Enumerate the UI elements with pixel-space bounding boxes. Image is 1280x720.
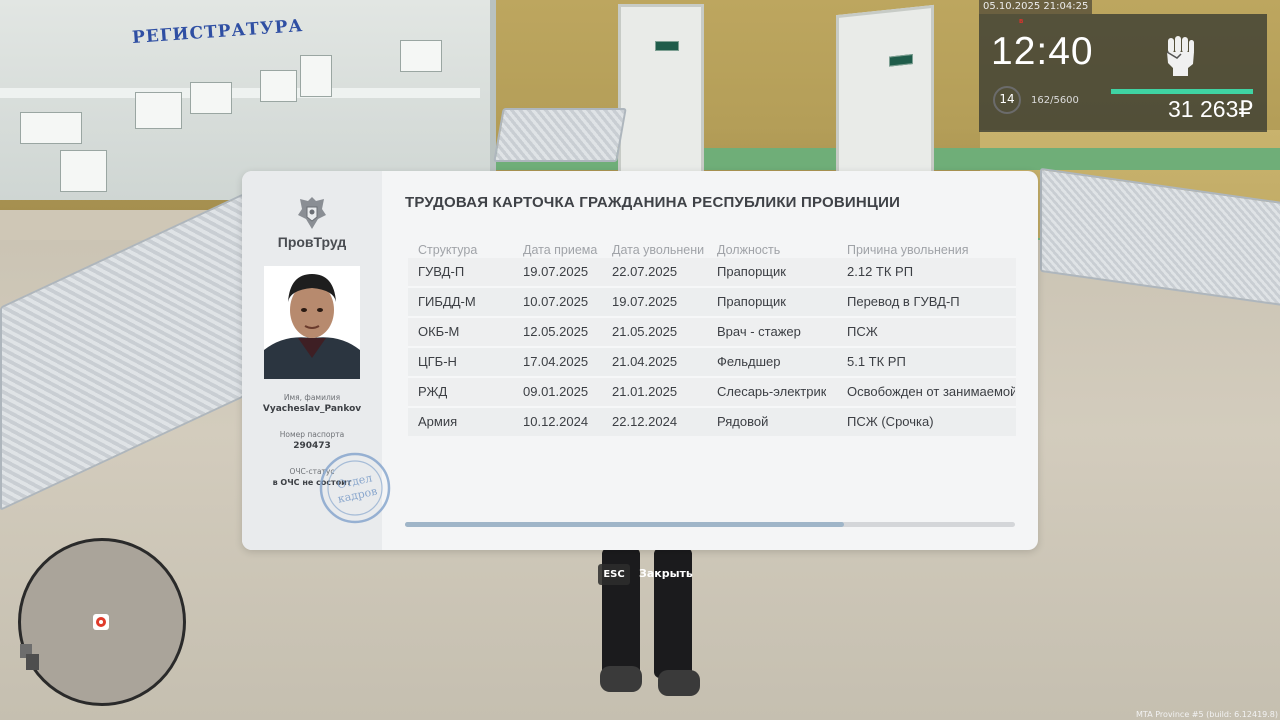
- cell-dismissal-date: 21.05.2025: [612, 324, 678, 339]
- table-header: Структура Дата приема Дата увольнени Дол…: [408, 235, 1016, 258]
- table-row: РЖД 09.01.2025 21.01.2025 Слесарь-электр…: [408, 376, 1016, 406]
- cell-dismissal-date: 19.07.2025: [612, 294, 678, 309]
- cell-structure: ЦГБ-Н: [418, 354, 457, 369]
- cell-hire-date: 10.07.2025: [523, 294, 589, 309]
- table-row: ГУВД-П 19.07.2025 22.07.2025 Прапорщик 2…: [408, 258, 1016, 286]
- cell-position: Слесарь-электрик: [717, 384, 827, 399]
- hr-department-stamp: Отдел кадров: [319, 452, 391, 524]
- cell-position: Фельдшер: [717, 354, 781, 369]
- wall-poster: [135, 92, 182, 129]
- wall-poster: [260, 70, 297, 102]
- cell-dismissal-date: 21.04.2025: [612, 354, 678, 369]
- cell-dismissal-reason: Освобожден от занимаемой: [847, 384, 1015, 399]
- column-position: Должность: [717, 243, 781, 257]
- table-row: ЦГБ-Н 17.04.2025 21.04.2025 Фельдшер 5.1…: [408, 346, 1016, 376]
- employment-card-modal: ПровТруд Имя, фамилия Vyacheslav_Pankov …: [242, 171, 1038, 550]
- reception-shelf: [0, 88, 480, 98]
- employment-history-table: Структура Дата приема Дата увольнени Дол…: [408, 235, 1016, 436]
- coat-of-arms-icon: [298, 197, 326, 229]
- hud-datetime: 05.10.2025 21:04:25: [979, 0, 1093, 14]
- hud-level: 14: [999, 92, 1015, 106]
- fist-icon: [1166, 36, 1194, 76]
- minimap-building-icon: [20, 644, 39, 670]
- cell-structure: ОКБ-М: [418, 324, 460, 339]
- cell-dismissal-reason: ПСЖ: [847, 324, 878, 339]
- cell-position: Врач - стажер: [717, 324, 801, 339]
- wall-poster: [60, 150, 107, 192]
- health-bar-fill: [1111, 89, 1253, 94]
- horizontal-scrollbar[interactable]: [405, 522, 1015, 527]
- health-bar: [1111, 89, 1253, 94]
- column-structure: Структура: [418, 243, 478, 257]
- hud-clock: 12:40: [991, 30, 1094, 73]
- table-row: Армия 10.12.2024 22.12.2024 Рядовой ПСЖ …: [408, 406, 1016, 436]
- passport-value: 290473: [293, 441, 331, 451]
- hud-panel: ᴮ 12:40 14 162/5600 31 263₽: [979, 14, 1267, 132]
- card-title: ТРУДОВАЯ КАРТОЧКА ГРАЖДАНИНА РЕСПУБЛИКИ …: [405, 194, 901, 211]
- table-body: ГУВД-П 19.07.2025 22.07.2025 Прапорщик 2…: [408, 258, 1016, 436]
- esc-key-button[interactable]: ESC: [598, 564, 630, 585]
- cell-hire-date: 10.12.2024: [523, 414, 589, 429]
- table-row: ГИБДД-М 10.07.2025 19.07.2025 Прапорщик …: [408, 286, 1016, 316]
- alert-marker-icon: ᴮ: [1019, 19, 1024, 29]
- scrollbar-thumb[interactable]: [405, 522, 845, 527]
- cell-hire-date: 17.04.2025: [523, 354, 589, 369]
- name-label: Имя, фамилия: [283, 393, 341, 402]
- cell-position: Прапорщик: [717, 264, 786, 279]
- reception-window: РЕГИСТРАТУРА: [0, 0, 496, 200]
- wall-poster: [20, 112, 82, 144]
- cell-position: Прапорщик: [717, 294, 786, 309]
- door-plate: [889, 54, 913, 67]
- card-sidebar: ПровТруд Имя, фамилия Vyacheslav_Pankov …: [242, 171, 391, 550]
- cell-structure: ГУВД-П: [418, 264, 465, 279]
- cell-dismissal-reason: 5.1 ТК РП: [847, 354, 906, 369]
- player-location-icon: [93, 614, 109, 630]
- reception-sign: РЕГИСТРАТУРА: [131, 16, 304, 48]
- column-hire-date: Дата приема: [523, 243, 598, 257]
- door-plate: [655, 41, 679, 51]
- cell-dismissal-date: 22.12.2024: [612, 414, 678, 429]
- cell-dismissal-date: 22.07.2025: [612, 264, 678, 279]
- door-right: [836, 4, 934, 192]
- passport-label: Номер паспорта: [279, 430, 345, 439]
- column-dismissal-date: Дата увольнени: [612, 243, 705, 257]
- build-info: MTA Province #5 (build: 6.12419.8): [1136, 710, 1278, 719]
- wall-poster: [190, 82, 232, 114]
- cell-structure: ГИБДД-М: [418, 294, 476, 309]
- cell-structure: Армия: [418, 414, 458, 429]
- cell-dismissal-reason: ПСЖ (Срочка): [847, 414, 934, 429]
- cell-dismissal-reason: Перевод в ГУВД-П: [847, 294, 960, 309]
- wall-poster: [300, 55, 332, 97]
- name-value: Vyacheslav_Pankov: [262, 404, 362, 414]
- cell-dismissal-reason: 2.12 ТК РП: [847, 264, 914, 279]
- cell-hire-date: 19.07.2025: [523, 264, 589, 279]
- citizen-photo: [264, 266, 360, 379]
- cell-hire-date: 12.05.2025: [523, 324, 589, 339]
- hud-money: 31 263₽: [1168, 96, 1253, 122]
- cell-dismissal-date: 21.01.2025: [612, 384, 678, 399]
- door-left: [618, 4, 704, 178]
- waiting-bench: [493, 108, 627, 162]
- wall-poster: [400, 40, 442, 72]
- column-dismissal-reason: Причина увольнения: [847, 243, 969, 257]
- close-label[interactable]: Закрыть: [639, 567, 693, 580]
- cell-hire-date: 09.01.2025: [523, 384, 589, 399]
- table-row: ОКБ-М 12.05.2025 21.05.2025 Врач - стаже…: [408, 316, 1016, 346]
- cell-position: Рядовой: [717, 414, 769, 429]
- org-name: ПровТруд: [277, 234, 347, 250]
- cell-structure: РЖД: [418, 384, 448, 399]
- hud-experience: 162/5600: [1031, 95, 1079, 106]
